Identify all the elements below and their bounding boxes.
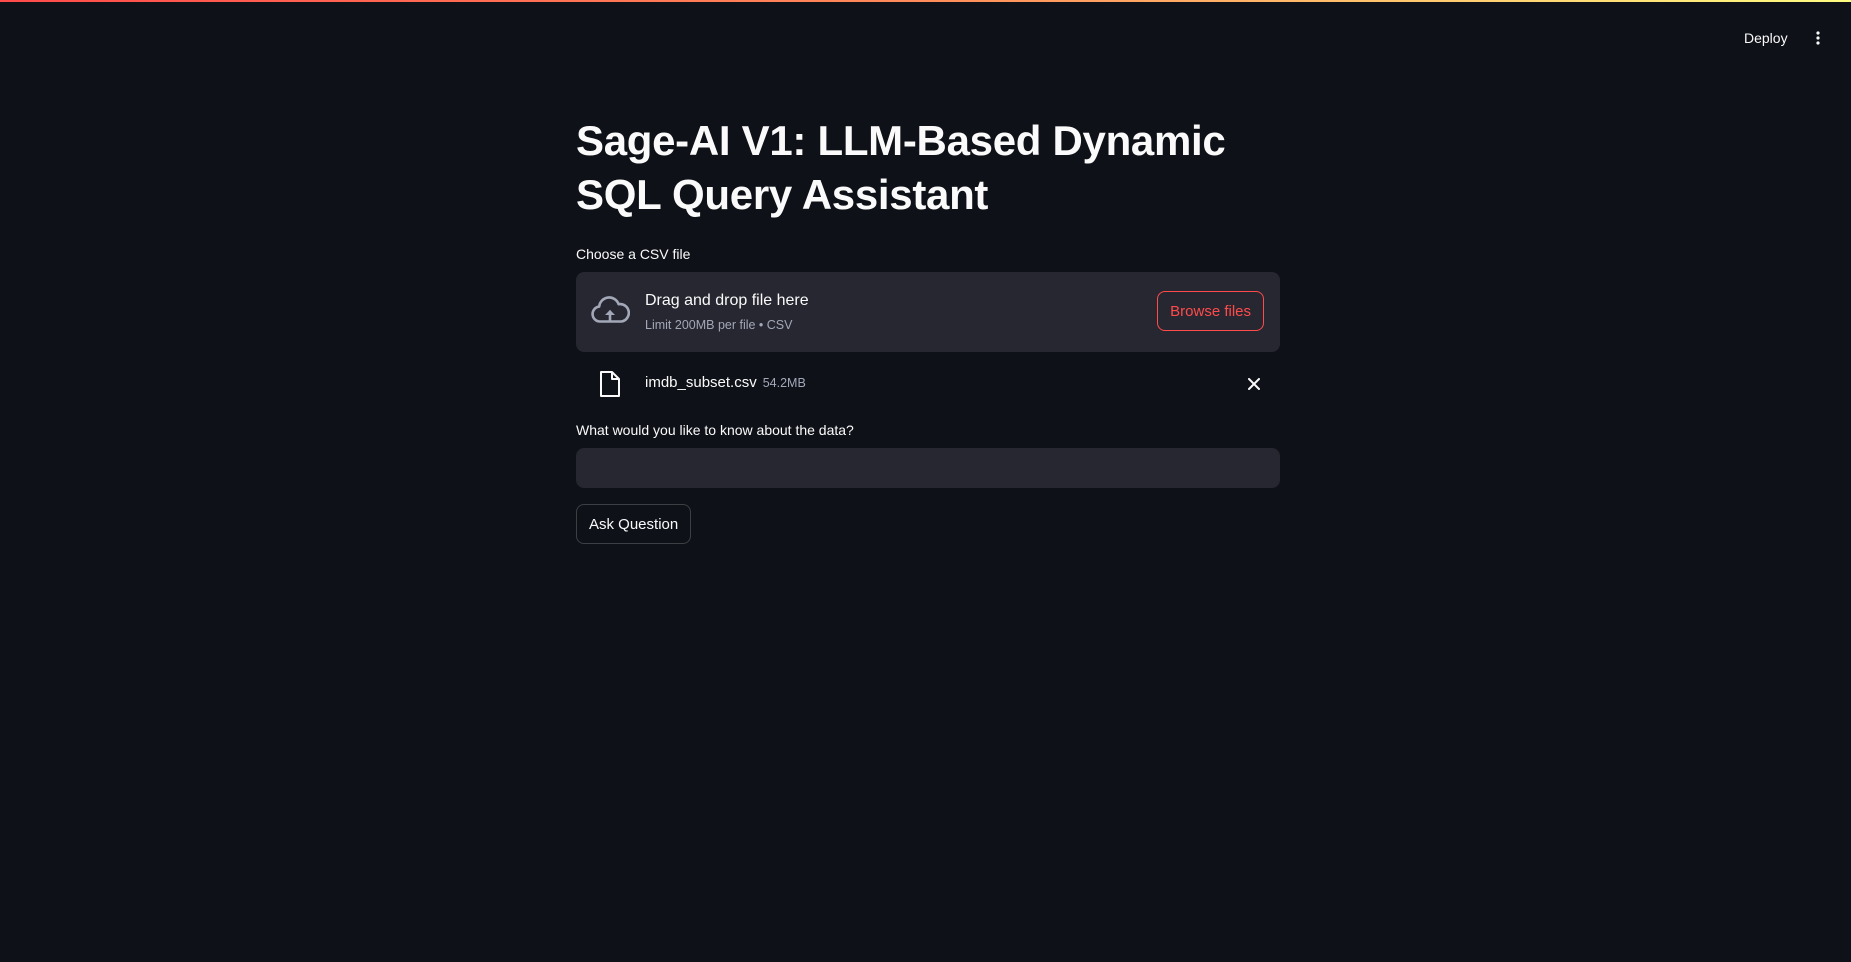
ask-question-button[interactable]: Ask Question: [576, 504, 692, 544]
close-icon: [1248, 378, 1260, 390]
uploaded-file-info: imdb_subset.csv 54.2MB: [645, 372, 806, 394]
file-uploader-label: Choose a CSV file: [576, 246, 691, 262]
question-label: What would you like to know about the da…: [576, 422, 854, 438]
vertical-dots-icon: [1816, 31, 1820, 45]
cloud-upload-icon: [591, 296, 630, 323]
uploaded-file-row: imdb_subset.csv 54.2MB: [576, 352, 1280, 414]
remove-file-button[interactable]: [1242, 372, 1266, 396]
page-title: Sage-AI V1: LLM-Based Dynamic SQL Query …: [576, 117, 1226, 218]
dropzone-limit: Limit 200MB per file • CSV: [645, 318, 793, 332]
uploaded-file-name: imdb_subset.csv: [645, 374, 757, 391]
dropzone-instruction: Drag and drop file here: [645, 292, 809, 309]
browse-files-button[interactable]: Browse files: [1157, 291, 1264, 331]
app-header: Deploy: [0, 0, 1851, 72]
deploy-button[interactable]: Deploy: [1736, 26, 1796, 50]
dropzone-text: Drag and drop file here Limit 200MB per …: [645, 290, 809, 334]
main-menu-button[interactable]: [1804, 24, 1832, 52]
main-content: Sage-AI V1: LLM-Based Dynamic SQL Query …: [576, 114, 1280, 544]
file-icon: [600, 371, 620, 397]
file-dropzone[interactable]: Drag and drop file here Limit 200MB per …: [576, 272, 1280, 352]
question-input[interactable]: [576, 448, 1280, 488]
uploaded-file-size: 54.2MB: [762, 376, 806, 390]
